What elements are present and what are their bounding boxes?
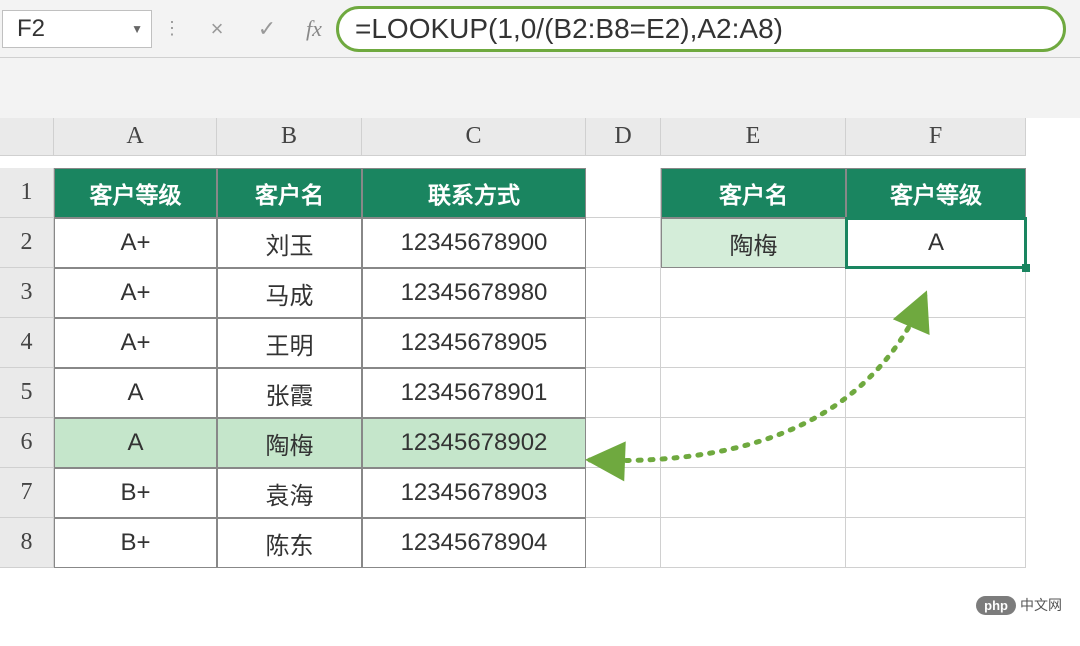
cell-b3[interactable]: 马成 <box>217 268 362 318</box>
watermark-pill: php <box>976 596 1016 615</box>
ribbon-spacer <box>0 58 1080 118</box>
cell-b6[interactable]: 陶梅 <box>217 418 362 468</box>
cell-f2[interactable]: A <box>846 218 1026 268</box>
watermark-text: 中文网 <box>1020 595 1062 615</box>
select-all-corner[interactable] <box>0 118 54 156</box>
cell-f1[interactable]: 客户等级 <box>846 168 1026 218</box>
col-header-d[interactable]: D <box>586 118 661 156</box>
cell-c1[interactable]: 联系方式 <box>362 168 586 218</box>
cell-f8[interactable] <box>846 518 1026 568</box>
row-header-6[interactable]: 6 <box>0 418 54 468</box>
row-header-5[interactable]: 5 <box>0 368 54 418</box>
row-header-4[interactable]: 4 <box>0 318 54 368</box>
row-header-8[interactable]: 8 <box>0 518 54 568</box>
cell-d1[interactable] <box>586 168 661 218</box>
cell-c8[interactable]: 12345678904 <box>362 518 586 568</box>
cell-e7[interactable] <box>661 468 846 518</box>
cell-e3[interactable] <box>661 268 846 318</box>
separator-icon: ⋮ <box>152 18 192 39</box>
chevron-down-icon[interactable]: ▼ <box>131 22 143 36</box>
cell-d2[interactable] <box>586 218 661 268</box>
cell-a5[interactable]: A <box>54 368 217 418</box>
cell-d6[interactable] <box>586 418 661 468</box>
cell-f5[interactable] <box>846 368 1026 418</box>
cell-b2[interactable]: 刘玉 <box>217 218 362 268</box>
cell-f6[interactable] <box>846 418 1026 468</box>
cell-c6[interactable]: 12345678902 <box>362 418 586 468</box>
row-header-3[interactable]: 3 <box>0 268 54 318</box>
cell-b7[interactable]: 袁海 <box>217 468 362 518</box>
row-header-7[interactable]: 7 <box>0 468 54 518</box>
cell-a8[interactable]: B+ <box>54 518 217 568</box>
cell-c7[interactable]: 12345678903 <box>362 468 586 518</box>
cell-f4[interactable] <box>846 318 1026 368</box>
cell-d7[interactable] <box>586 468 661 518</box>
cell-f7[interactable] <box>846 468 1026 518</box>
formula-text: =LOOKUP(1,0/(B2:B8=E2),A2:A8) <box>355 13 783 45</box>
formula-input[interactable]: =LOOKUP(1,0/(B2:B8=E2),A2:A8) <box>336 6 1066 52</box>
cell-d5[interactable] <box>586 368 661 418</box>
cell-c4[interactable]: 12345678905 <box>362 318 586 368</box>
cell-e2[interactable]: 陶梅 <box>661 218 846 268</box>
fx-icon[interactable]: fx <box>292 10 336 48</box>
formula-bar: F2 ▼ ⋮ × ✓ fx =LOOKUP(1,0/(B2:B8=E2),A2:… <box>0 0 1080 58</box>
cancel-icon[interactable]: × <box>192 10 242 48</box>
cell-e1[interactable]: 客户名 <box>661 168 846 218</box>
col-header-f[interactable]: F <box>846 118 1026 156</box>
cell-a7[interactable]: B+ <box>54 468 217 518</box>
name-box-value: F2 <box>17 15 45 43</box>
cell-b4[interactable]: 王明 <box>217 318 362 368</box>
col-header-c[interactable]: C <box>362 118 586 156</box>
cell-a3[interactable]: A+ <box>54 268 217 318</box>
cell-e8[interactable] <box>661 518 846 568</box>
row-header-1[interactable]: 1 <box>0 168 54 218</box>
cell-d8[interactable] <box>586 518 661 568</box>
cell-d3[interactable] <box>586 268 661 318</box>
col-header-b[interactable]: B <box>217 118 362 156</box>
cell-f3[interactable] <box>846 268 1026 318</box>
cell-a4[interactable]: A+ <box>54 318 217 368</box>
cell-d4[interactable] <box>586 318 661 368</box>
confirm-icon[interactable]: ✓ <box>242 10 292 48</box>
cell-a1[interactable]: 客户等级 <box>54 168 217 218</box>
col-header-e[interactable]: E <box>661 118 846 156</box>
cell-e5[interactable] <box>661 368 846 418</box>
cell-e6[interactable] <box>661 418 846 468</box>
cell-a2[interactable]: A+ <box>54 218 217 268</box>
watermark: php 中文网 <box>976 595 1062 615</box>
cell-c3[interactable]: 12345678980 <box>362 268 586 318</box>
spreadsheet-grid[interactable]: A B C D E F 1 客户等级 客户名 联系方式 客户名 客户等级 2 A… <box>0 118 1080 568</box>
cell-c5[interactable]: 12345678901 <box>362 368 586 418</box>
cell-b1[interactable]: 客户名 <box>217 168 362 218</box>
cell-c2[interactable]: 12345678900 <box>362 218 586 268</box>
row-header-2[interactable]: 2 <box>0 218 54 268</box>
cell-e4[interactable] <box>661 318 846 368</box>
col-header-a[interactable]: A <box>54 118 217 156</box>
cell-b8[interactable]: 陈东 <box>217 518 362 568</box>
cell-a6[interactable]: A <box>54 418 217 468</box>
cell-b5[interactable]: 张霞 <box>217 368 362 418</box>
name-box[interactable]: F2 ▼ <box>2 10 152 48</box>
